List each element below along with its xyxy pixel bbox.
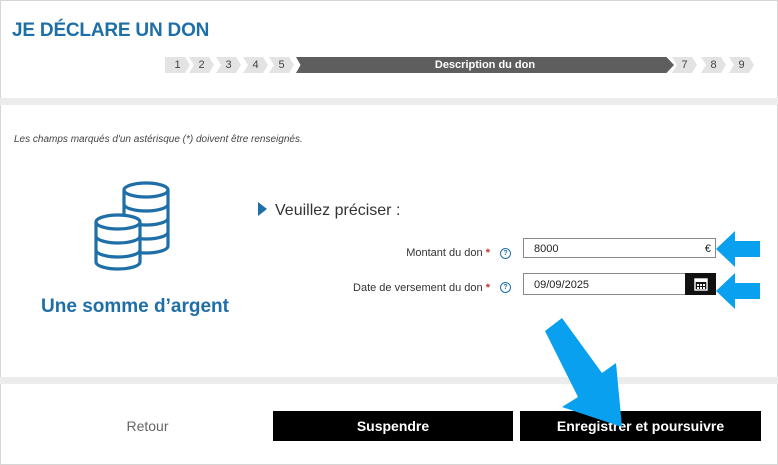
date-value: 09/09/2025: [534, 279, 590, 291]
calendar-button[interactable]: [685, 273, 716, 295]
section-divider-bottom: [0, 377, 778, 384]
step-2: 2: [189, 57, 214, 73]
amount-label: Montant du don *: [330, 247, 490, 259]
triangle-right-icon: [258, 202, 267, 216]
step-7: 7: [672, 57, 697, 73]
step-3: 3: [216, 57, 241, 73]
help-icon[interactable]: ?: [500, 248, 511, 259]
step-5: 5: [269, 57, 294, 73]
required-asterisk: *: [485, 282, 490, 294]
category-label: Une somme d’argent: [41, 296, 229, 317]
date-input[interactable]: 09/09/2025: [523, 273, 686, 295]
arrow-down-right-icon: [545, 318, 622, 427]
form-heading: Veuillez préciser :: [258, 202, 400, 220]
page-title: JE DÉCLARE UN DON: [12, 20, 210, 41]
section-divider-top: [0, 98, 778, 105]
suspend-button[interactable]: Suspendre: [273, 411, 513, 441]
amount-label-text: Montant du don: [406, 247, 483, 259]
step-8: 8: [701, 57, 726, 73]
step-9: 9: [729, 57, 754, 73]
arrow-left-icon: [716, 273, 760, 309]
required-asterisk: *: [485, 247, 490, 259]
progress-stepper: 1 2 3 4 5 Description du don 7 8 9: [165, 57, 754, 73]
step-1: 1: [165, 57, 190, 73]
form-heading-text: Veuillez préciser :: [275, 202, 401, 219]
step-4: 4: [243, 57, 268, 73]
required-fields-hint: Les champs marqués d'un astérisque (*) d…: [14, 134, 303, 145]
calendar-icon: [693, 278, 708, 291]
step-active: Description du don: [296, 57, 674, 73]
euro-unit: €: [704, 243, 711, 255]
help-icon[interactable]: ?: [500, 282, 511, 293]
amount-input[interactable]: 8000 €: [523, 238, 716, 258]
date-label-text: Date de versement du don: [353, 282, 483, 294]
arrow-left-icon: [716, 231, 760, 267]
back-link[interactable]: Retour: [90, 418, 205, 434]
coins-stack-icon: [94, 181, 170, 271]
amount-value: 8000: [534, 243, 559, 255]
date-label: Date de versement du don *: [300, 282, 490, 294]
